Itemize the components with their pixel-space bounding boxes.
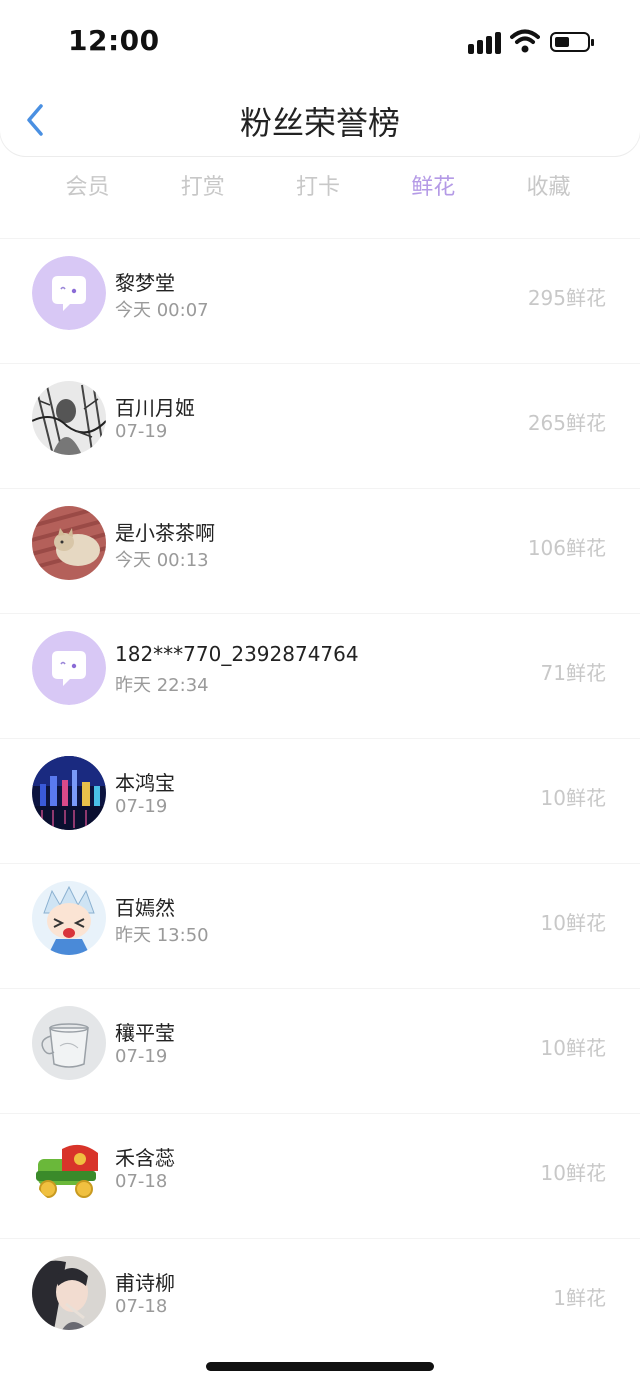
list-item[interactable]: 百川月姬 07-19 265鲜花 [0, 363, 640, 488]
flower-count: 10鲜花 [540, 786, 606, 810]
flower-count: 10鲜花 [540, 911, 606, 935]
list-item[interactable]: 穰平莹 07-19 10鲜花 [0, 988, 640, 1113]
list-item[interactable]: 182***770_2392874764 昨天 22:34 71鲜花 [0, 613, 640, 738]
fan-time: 07-19 [115, 796, 168, 817]
fan-name: 百嫣然 [115, 896, 175, 920]
avatar[interactable] [32, 381, 106, 455]
home-indicator [206, 1362, 434, 1371]
avatar[interactable] [32, 256, 106, 330]
avatar[interactable] [32, 631, 106, 705]
flower-count: 295鲜花 [527, 286, 606, 310]
flower-count: 10鲜花 [540, 1036, 606, 1060]
list-item[interactable]: 黎梦堂 今天 00:07 295鲜花 [0, 238, 640, 363]
avatar[interactable] [32, 1256, 106, 1330]
cellular-signal-icon [468, 30, 502, 54]
avatar[interactable] [32, 881, 106, 955]
tab-favorites[interactable]: 收藏 [491, 168, 606, 208]
status-time: 12:00 [68, 24, 160, 57]
fan-time: 07-18 [115, 1171, 168, 1192]
flower-count: 106鲜花 [527, 536, 606, 560]
avatar[interactable] [32, 756, 106, 830]
top-bar: 12:00 粉丝荣誉榜 [0, 0, 640, 156]
fan-time: 昨天 13:50 [115, 925, 209, 946]
fan-name: 禾含蕊 [115, 1146, 175, 1170]
fan-time: 今天 00:13 [115, 550, 209, 571]
tab-checkin[interactable]: 打卡 [261, 168, 376, 208]
tab-flowers[interactable]: 鲜花 [376, 168, 491, 208]
list-item[interactable]: 禾含蕊 07-18 10鲜花 [0, 1113, 640, 1238]
fan-name: 甫诗柳 [115, 1271, 175, 1295]
wifi-icon [510, 29, 540, 53]
avatar[interactable] [32, 506, 106, 580]
fan-time: 07-19 [115, 1046, 168, 1067]
category-tabs: 会员 打赏 打卡 鲜花 收藏 [30, 168, 606, 208]
flower-count: 265鲜花 [527, 411, 606, 435]
list-item[interactable]: 是小茶茶啊 今天 00:13 106鲜花 [0, 488, 640, 613]
page-title: 粉丝荣誉榜 [239, 104, 400, 142]
avatar[interactable] [32, 1006, 106, 1080]
fan-name: 百川月姬 [115, 396, 195, 420]
fan-ranking-list: 黎梦堂 今天 00:07 295鲜花 百川月姬 07-19 265鲜花 是小茶茶… [0, 238, 640, 1363]
fan-time: 昨天 22:34 [115, 675, 209, 696]
fan-time: 07-18 [115, 1296, 168, 1317]
tab-membership[interactable]: 会员 [30, 168, 145, 208]
fan-time: 07-19 [115, 421, 168, 442]
fan-name: 182***770_2392874764 [115, 642, 359, 666]
fan-name: 穰平莹 [115, 1021, 175, 1045]
fan-name: 是小茶茶啊 [115, 521, 215, 545]
avatar[interactable] [32, 1131, 106, 1205]
fan-time: 今天 00:07 [115, 300, 209, 321]
list-item[interactable]: 百嫣然 昨天 13:50 10鲜花 [0, 863, 640, 988]
tab-tips[interactable]: 打赏 [145, 168, 260, 208]
list-item[interactable]: 甫诗柳 07-18 1鲜花 [0, 1238, 640, 1363]
flower-count: 10鲜花 [540, 1161, 606, 1185]
battery-icon [550, 32, 594, 52]
fan-name: 本鸿宝 [115, 771, 175, 795]
flower-count: 1鲜花 [553, 1286, 606, 1310]
list-item[interactable]: 本鸿宝 07-19 10鲜花 [0, 738, 640, 863]
flower-count: 71鲜花 [540, 661, 606, 685]
fan-name: 黎梦堂 [115, 271, 175, 295]
